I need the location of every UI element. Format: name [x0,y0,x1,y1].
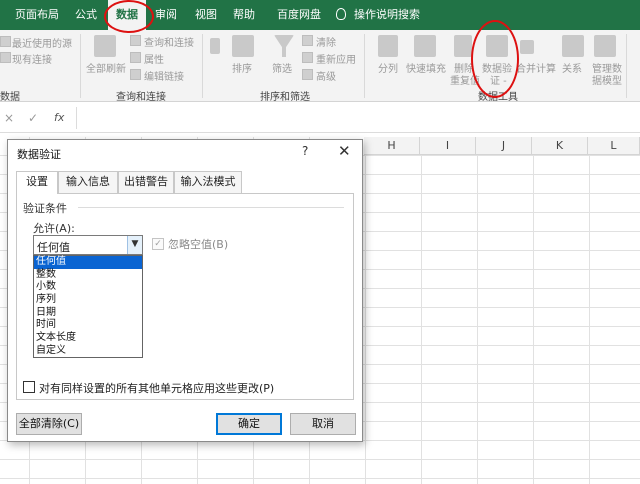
tell-me-label: 操作说明搜索 [354,8,420,21]
tab-settings[interactable]: 设置 [16,171,58,194]
tab-error-alert[interactable]: 出错警告 [118,171,174,193]
advanced-button[interactable]: 高级 [316,68,336,83]
relationships-button[interactable]: 关系 [562,60,582,75]
option-custom[interactable]: 自定义 [34,345,142,358]
option-any-value[interactable]: 任何值 [34,256,142,269]
allow-label: 允许(A): [33,222,75,235]
column-header-j[interactable]: J [476,137,532,155]
tab-help[interactable]: 帮助 [228,0,260,30]
reapply-button[interactable]: 重新应用 [316,51,356,66]
ribbon-tab-bar: 页面布局 公式 数据 审阅 视图 帮助 百度网盘 操作说明搜索 [0,0,640,30]
tab-page-layout[interactable]: 页面布局 [10,0,64,30]
group-separator [626,34,627,98]
ignore-blank-checkbox[interactable]: ✓ [152,238,164,250]
text-to-columns-icon [378,35,398,57]
recent-sources-icon [0,36,11,47]
lightbulb-icon [336,8,346,20]
reapply-icon [302,52,313,63]
formula-input[interactable] [76,107,640,129]
cancel-button[interactable]: 取消 [290,413,356,435]
queries-connections-button[interactable]: 查询和连接 [144,34,194,49]
flash-fill-button[interactable]: 快速填充 [406,60,446,75]
group-label-queries: 查询和连接 [116,92,166,103]
dialog-title: 数据验证 [17,148,61,161]
ignore-blank-label: 忽略空值(B) [168,238,229,251]
apply-to-all-label: 对有同样设置的所有其他单元格应用这些更改(P) [39,382,275,395]
properties-icon [130,52,141,63]
tab-formulas[interactable]: 公式 [70,0,102,30]
group-label-sort-filter: 排序和筛选 [260,92,310,103]
validation-criteria-label: 验证条件 [23,202,67,215]
text-to-columns-button[interactable]: 分列 [378,60,398,75]
tab-ime-mode[interactable]: 输入法模式 [174,171,242,193]
group-label-data-tools: 数据工具 [478,92,518,103]
sort-icon [232,35,254,57]
sort-az-icon [210,38,220,54]
option-date[interactable]: 日期 [34,307,142,320]
group-separator [364,34,365,98]
group-label-get-data: 数据 [0,92,20,103]
flash-fill-icon [414,35,436,57]
option-decimal[interactable]: 小数 [34,281,142,294]
data-validation-dialog: 数据验证 ? ✕ 设置 输入信息 出错警告 输入法模式 验证条件 允许(A): … [7,139,363,442]
column-header-k[interactable]: K [532,137,588,155]
enter-entry-icon[interactable]: ✓ [28,111,38,125]
advanced-filter-icon [302,69,313,80]
queries-connections-icon [130,35,141,46]
insert-function-icon[interactable]: fx [54,111,64,124]
tell-me-search[interactable]: 操作说明搜索 [336,0,420,30]
group-separator [202,34,203,98]
data-validation-icon [486,35,508,57]
column-header-i[interactable]: I [420,137,476,155]
chevron-down-icon[interactable]: ▼ [127,236,142,254]
existing-connections-icon [0,52,11,63]
data-model-button-line2[interactable]: 据模型 [592,72,622,87]
data-model-icon [594,35,616,57]
allow-dropdown-value: 任何值 [37,241,70,254]
option-time[interactable]: 时间 [34,319,142,332]
section-divider [78,207,344,208]
filter-icon [274,35,294,57]
sort-button[interactable]: 排序 [232,60,252,75]
remove-duplicates-icon [454,35,472,57]
ok-button[interactable]: 确定 [216,413,282,435]
clear-button[interactable]: 清除 [316,34,336,49]
tab-input-message[interactable]: 输入信息 [58,171,118,193]
consolidate-icon [520,40,534,54]
data-validation-button-line2[interactable]: 证 - [490,72,507,87]
existing-connections-button[interactable]: 现有连接 [12,51,52,66]
option-list[interactable]: 序列 [34,294,142,307]
option-text-length[interactable]: 文本长度 [34,332,142,345]
formula-bar: × ✓ fx [0,103,640,133]
option-whole-number[interactable]: 整数 [34,269,142,282]
edit-links-icon [130,69,141,80]
relationships-icon [562,35,584,57]
clear-all-button[interactable]: 全部清除(C) [16,413,82,435]
recent-sources-button[interactable]: 最近使用的源 [12,35,72,50]
column-header-l[interactable]: L [588,137,640,155]
properties-button[interactable]: 属性 [144,51,164,66]
group-separator [80,34,81,98]
tab-view[interactable]: 视图 [190,0,222,30]
filter-button[interactable]: 筛选 [272,60,292,75]
column-header-h[interactable]: H [364,137,420,155]
tab-review[interactable]: 审阅 [150,0,182,30]
consolidate-button[interactable]: 合并计算 [516,60,556,75]
refresh-all-icon [94,35,116,57]
clear-filter-icon [302,35,313,46]
tab-baidu-netdisk[interactable]: 百度网盘 [270,0,328,30]
allow-options-list: 任何值 整数 小数 序列 日期 时间 文本长度 自定义 [33,255,143,358]
close-icon[interactable]: ✕ [338,142,351,160]
tab-data[interactable]: 数据 [108,0,146,30]
help-icon[interactable]: ? [302,144,308,158]
ribbon-panel: 最近使用的源 现有连接 数据 全部刷新 查询和连接 属性 编辑链接 查询和连接 … [0,30,640,103]
allow-dropdown[interactable]: 任何值 ▼ [33,235,143,255]
edit-links-button[interactable]: 编辑链接 [144,68,184,83]
remove-duplicates-button-line2[interactable]: 重复值 [450,72,480,87]
cancel-entry-icon[interactable]: × [4,111,14,125]
apply-to-all-checkbox[interactable] [23,381,35,393]
refresh-all-button[interactable]: 全部刷新 [86,60,126,75]
